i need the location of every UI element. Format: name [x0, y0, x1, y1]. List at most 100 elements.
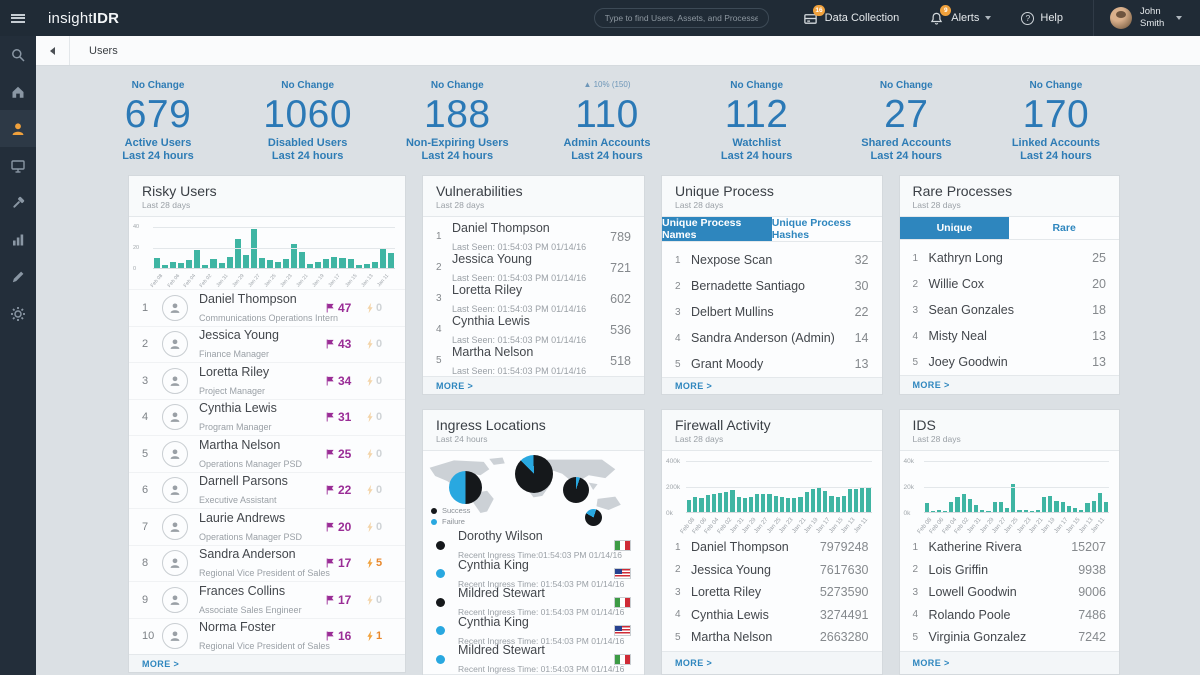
- chart-bar[interactable]: [339, 258, 345, 268]
- risky-user-row[interactable]: 1Daniel ThompsonCommunications Operation…: [129, 289, 405, 326]
- chart-bar[interactable]: [275, 262, 281, 268]
- chart-bar[interactable]: [1005, 508, 1009, 512]
- chart-bar[interactable]: [299, 252, 305, 268]
- chart-bar[interactable]: [1054, 501, 1058, 512]
- chart-bar[interactable]: [162, 265, 168, 268]
- chart-bar[interactable]: [792, 498, 796, 512]
- sidebar-item-settings[interactable]: [0, 295, 36, 332]
- chart-bar[interactable]: [798, 497, 802, 513]
- risky-user-row[interactable]: 10Norma FosterRegional Vice President of…: [129, 618, 405, 655]
- list-item[interactable]: 1Daniel ThompsonLast Seen: 01:54:03 PM 0…: [423, 221, 644, 252]
- chart-bar[interactable]: [1061, 502, 1065, 512]
- sidebar-item-investigations[interactable]: [0, 184, 36, 221]
- chart-bar[interactable]: [761, 494, 765, 513]
- chart-bar[interactable]: [817, 488, 821, 512]
- list-item[interactable]: 5Joey Goodwin13: [900, 349, 1120, 375]
- list-item[interactable]: 5Grant Moody13: [662, 351, 882, 377]
- sidebar-item-reports[interactable]: [0, 221, 36, 258]
- chart-bar[interactable]: [267, 260, 273, 268]
- ingress-pie-europe[interactable]: [515, 455, 553, 493]
- stat-watchlist[interactable]: No Change112WatchlistLast 24 hours: [697, 80, 817, 164]
- list-item[interactable]: 2Jessica YoungLast Seen: 01:54:03 PM 01/…: [423, 252, 644, 283]
- sidebar-item-log-search[interactable]: [0, 258, 36, 295]
- chart-bar[interactable]: [842, 496, 846, 512]
- chart-bar[interactable]: [178, 263, 184, 268]
- chart-bar[interactable]: [955, 497, 959, 512]
- chart-bar[interactable]: [730, 490, 734, 512]
- chart-bar[interactable]: [219, 263, 225, 268]
- chart-bar[interactable]: [1011, 484, 1015, 512]
- chart-bar[interactable]: [937, 510, 941, 513]
- chart-bar[interactable]: [372, 262, 378, 268]
- risky-users-chart[interactable]: Feb 08Feb 06Feb 04Feb 02Jan 31Jan 29Jan …: [129, 217, 405, 289]
- list-item[interactable]: 4Cynthia LewisLast Seen: 01:54:03 PM 01/…: [423, 314, 644, 345]
- chart-bar[interactable]: [380, 248, 386, 269]
- more-link[interactable]: MORE >: [129, 654, 405, 672]
- risky-user-row[interactable]: 4Cynthia LewisProgram Manager310: [129, 399, 405, 436]
- chart-bar[interactable]: [1104, 502, 1108, 512]
- chart-bar[interactable]: [331, 257, 337, 268]
- world-map[interactable]: SuccessFailure: [423, 453, 644, 527]
- ids-chart[interactable]: Feb 08Feb 06Feb 04Feb 02Jan 31Jan 29Jan …: [900, 451, 1120, 533]
- stat-disabled-users[interactable]: No Change1060Disabled UsersLast 24 hours: [248, 80, 368, 164]
- chart-bar[interactable]: [755, 494, 759, 512]
- chart-bar[interactable]: [836, 497, 840, 513]
- chart-bar[interactable]: [210, 259, 216, 268]
- chart-bar[interactable]: [348, 259, 354, 268]
- risky-user-row[interactable]: 2Jessica YoungFinance Manager430: [129, 326, 405, 363]
- list-item[interactable]: 1Daniel Thompson7979248: [662, 536, 882, 559]
- data-collection-button[interactable]: 16 Data Collection: [803, 11, 900, 26]
- chart-bar[interactable]: [170, 262, 176, 268]
- chart-bar[interactable]: [1098, 493, 1102, 512]
- chart-bar[interactable]: [931, 511, 935, 512]
- list-item[interactable]: 3Sean Gonzales18: [900, 297, 1120, 323]
- list-item[interactable]: 4Rolando Poole7486: [900, 604, 1120, 627]
- sidebar-item-search[interactable]: [0, 36, 36, 73]
- chart-bar[interactable]: [1092, 501, 1096, 512]
- chart-bar[interactable]: [866, 488, 870, 512]
- ingress-pie-asia[interactable]: [563, 477, 589, 503]
- chart-bar[interactable]: [356, 265, 362, 268]
- stat-non-expiring-users[interactable]: No Change188Non-Expiring UsersLast 24 ho…: [397, 80, 517, 164]
- menu-icon[interactable]: [0, 0, 36, 36]
- list-item[interactable]: 1Nexpose Scan32: [662, 247, 882, 273]
- tab-unique-process-names[interactable]: Unique Process Names: [662, 217, 772, 241]
- chart-bar[interactable]: [1048, 496, 1052, 513]
- chart-bar[interactable]: [1017, 510, 1021, 513]
- chart-bar[interactable]: [202, 265, 208, 268]
- chart-bar[interactable]: [1042, 497, 1046, 512]
- chart-bar[interactable]: [986, 511, 990, 512]
- chart-bar[interactable]: [805, 492, 809, 513]
- chart-bar[interactable]: [737, 497, 741, 513]
- list-item[interactable]: 3Loretta RileyLast Seen: 01:54:03 PM 01/…: [423, 283, 644, 314]
- back-button[interactable]: [36, 36, 70, 65]
- chart-bar[interactable]: [949, 502, 953, 512]
- tab-unique[interactable]: Unique: [900, 217, 1010, 239]
- ingress-pie-north-america[interactable]: [449, 471, 482, 504]
- chart-bar[interactable]: [848, 489, 852, 512]
- chart-bar[interactable]: [235, 239, 241, 268]
- stat-shared-accounts[interactable]: No Change27Shared AccountsLast 24 hours: [846, 80, 966, 164]
- chart-bar[interactable]: [974, 505, 978, 513]
- stat-active-users[interactable]: No Change679Active UsersLast 24 hours: [98, 80, 218, 164]
- list-item[interactable]: 2Willie Cox20: [900, 271, 1120, 297]
- sidebar-item-home[interactable]: [0, 73, 36, 110]
- list-item[interactable]: 2Jessica Young7617630: [662, 559, 882, 582]
- list-item[interactable]: 2Lois Griffin9938: [900, 559, 1120, 582]
- chart-bar[interactable]: [854, 489, 858, 513]
- tab-unique-process-hashes[interactable]: Unique Process Hashes: [772, 217, 882, 241]
- chart-bar[interactable]: [259, 258, 265, 268]
- chart-bar[interactable]: [829, 496, 833, 513]
- chart-bar[interactable]: [1085, 503, 1089, 512]
- chart-bar[interactable]: [687, 500, 691, 512]
- chart-bar[interactable]: [154, 258, 160, 268]
- more-link[interactable]: MORE >: [662, 651, 882, 674]
- chart-bar[interactable]: [743, 498, 747, 512]
- list-item[interactable]: 5Martha Nelson2663280: [662, 626, 882, 649]
- chart-bar[interactable]: [1024, 510, 1028, 513]
- list-item[interactable]: 3Delbert Mullins22: [662, 299, 882, 325]
- list-item[interactable]: 4Cynthia Lewis3274491: [662, 604, 882, 627]
- chart-bar[interactable]: [943, 511, 947, 512]
- firewall-chart[interactable]: Feb 08Feb 06Feb 04Feb 02Jan 31Jan 29Jan …: [662, 451, 882, 533]
- list-item[interactable]: 2Bernadette Santiago30: [662, 273, 882, 299]
